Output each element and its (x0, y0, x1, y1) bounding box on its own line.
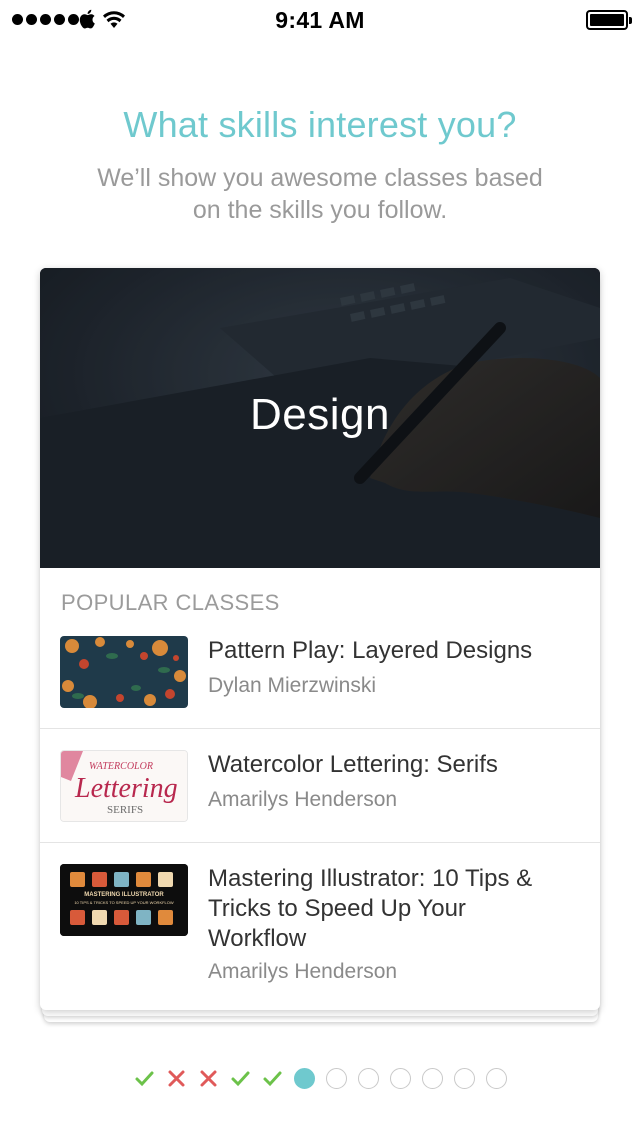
page-dot-active (293, 1068, 315, 1089)
svg-text:Lettering: Lettering (74, 773, 178, 804)
status-time: 9:41 AM (275, 7, 365, 33)
class-thumbnail: WATERCOLOR Lettering SERIFS (60, 750, 188, 822)
skill-card[interactable]: Design POPULAR CLASSES Pattern Play: Lay… (40, 268, 600, 1010)
page-dot (389, 1068, 411, 1089)
class-author: Amarilys Henderson (208, 960, 398, 983)
divider (40, 842, 600, 843)
page-dot (421, 1068, 443, 1089)
class-title: Mastering Illustrator: 10 Tips & Tricks … (208, 865, 533, 952)
class-item[interactable]: Pattern Play: Layered Designs Dylan Mier… (40, 632, 600, 732)
class-item[interactable]: WATERCOLOR Lettering SERIFS Watercolor L… (40, 746, 600, 846)
page-dot (357, 1068, 379, 1089)
page-subtitle: We’ll show you awesome classes based on … (97, 164, 543, 224)
svg-text:MASTERING ILLUSTRATOR: MASTERING ILLUSTRATOR (84, 892, 164, 898)
page-dot (453, 1068, 475, 1089)
class-title: Watercolor Lettering: Serifs (208, 751, 498, 778)
class-thumbnail (60, 636, 188, 708)
popular-classes-label: POPULAR CLASSES (61, 590, 280, 615)
cross-icon (198, 1068, 219, 1089)
class-author: Amarilys Henderson (208, 788, 398, 811)
divider (40, 728, 600, 729)
category-title: Design (250, 390, 390, 439)
battery-icon (586, 10, 632, 30)
page-title: What skills interest you? (123, 104, 517, 145)
class-author: Dylan Mierzwinski (208, 674, 377, 697)
status-bar: 9:41 AM (0, 0, 640, 40)
class-title: Pattern Play: Layered Designs (208, 637, 533, 664)
check-icon (134, 1068, 155, 1089)
check-icon (230, 1068, 251, 1089)
pagination (0, 1068, 640, 1089)
category-hero-image: Design (40, 268, 600, 568)
svg-text:WATERCOLOR: WATERCOLOR (89, 761, 153, 772)
cross-icon (166, 1068, 187, 1089)
class-item[interactable]: MASTERING ILLUSTRATOR 10 TIPS & TRICKS T… (40, 860, 600, 1010)
page-dot (485, 1068, 507, 1089)
svg-text:SERIFS: SERIFS (107, 804, 143, 816)
class-thumbnail: MASTERING ILLUSTRATOR 10 TIPS & TRICKS T… (60, 864, 188, 936)
svg-text:10 TIPS & TRICKS TO SPEED UP Y: 10 TIPS & TRICKS TO SPEED UP YOUR WORKFL… (74, 900, 174, 905)
check-icon (262, 1068, 283, 1089)
page-dot (325, 1068, 347, 1089)
